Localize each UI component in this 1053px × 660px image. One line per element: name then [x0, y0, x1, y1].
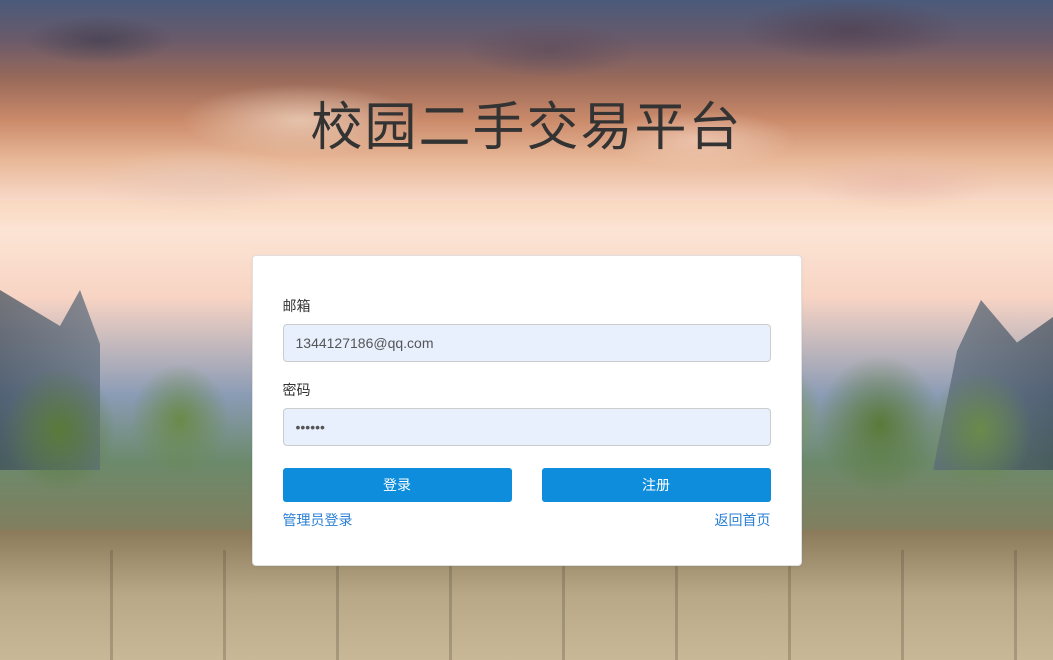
page-title: 校园二手交易平台: [0, 85, 1053, 160]
email-field[interactable]: [283, 324, 771, 362]
email-group: 邮箱: [283, 296, 771, 362]
login-card: 邮箱 密码 登录 注册 管理员登录 返回首页: [252, 255, 802, 566]
register-button[interactable]: 注册: [542, 468, 771, 502]
link-row: 管理员登录 返回首页: [283, 510, 771, 530]
button-row: 登录 注册: [283, 468, 771, 502]
login-button[interactable]: 登录: [283, 468, 512, 502]
password-group: 密码: [283, 380, 771, 446]
admin-login-link[interactable]: 管理员登录: [283, 510, 353, 530]
email-label: 邮箱: [283, 296, 771, 316]
password-field[interactable]: [283, 408, 771, 446]
back-home-link[interactable]: 返回首页: [715, 510, 771, 530]
background-ground-lines: [0, 550, 1053, 660]
password-label: 密码: [283, 380, 771, 400]
